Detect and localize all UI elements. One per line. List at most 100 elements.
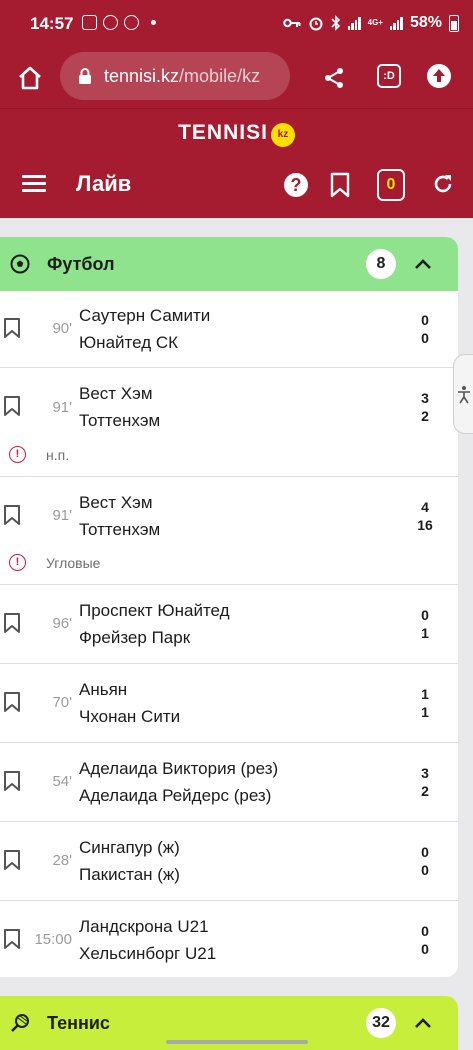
match-row[interactable]: 96' Проспект Юнайтед Фрейзер Парк 0 1 [0, 585, 458, 664]
team-away: Чхонан Сити [79, 707, 181, 726]
share-icon[interactable] [322, 66, 346, 90]
tabs-button[interactable]: :D [377, 64, 401, 88]
team-away: Аделаида Рейдерс (рез) [79, 786, 272, 805]
browser-toolbar: tennisi.kz/mobile/kz :D [0, 48, 473, 108]
system-status: 4G+ 58% [282, 14, 459, 32]
score-home: 0 [421, 312, 429, 328]
gesture-nav-bar[interactable] [166, 1040, 308, 1044]
battery-icon [449, 14, 459, 32]
football-section: Футбол 8 90' Саутерн Самити Юнайтед СК 0… [0, 237, 458, 977]
coupon-button[interactable]: 0 [377, 169, 405, 201]
match-row[interactable]: 90' Саутерн Самити Юнайтед СК 0 0 [0, 291, 458, 368]
alert-icon: ! [9, 446, 26, 463]
score-away: 16 [417, 517, 433, 533]
team-home: Вест Хэм [79, 384, 153, 403]
score-away: 2 [421, 783, 429, 799]
tennis-icon [11, 1014, 29, 1032]
team-away: Хельсинборг U21 [79, 944, 217, 963]
football-icon [10, 254, 30, 274]
match-note: Угловые [46, 555, 101, 571]
match-time: 91' [52, 399, 72, 416]
team-home: Аньян [79, 680, 128, 699]
match-time: 70' [52, 694, 72, 711]
match-time: 28' [52, 852, 72, 869]
team-away: Тоттенхэм [79, 411, 161, 430]
team-home: Проспект Юнайтед [79, 601, 230, 620]
score-home: 3 [421, 390, 429, 406]
messenger-icon [103, 15, 118, 30]
score-away: 0 [421, 330, 429, 346]
wifi-signal-icon [347, 16, 361, 30]
url-host: tennisi.kz [104, 66, 180, 86]
tennis-title: Теннис [47, 1013, 110, 1033]
viber-icon [124, 15, 139, 30]
alert-icon: ! [9, 554, 26, 571]
score-away: 1 [421, 704, 429, 720]
team-away: Пакистан (ж) [79, 865, 180, 884]
team-home: Аделаида Виктория (рез) [79, 759, 279, 778]
more-notifications-icon [151, 20, 156, 25]
score-away: 2 [421, 408, 429, 424]
site-logo[interactable]: TENNISI kz [0, 121, 473, 147]
match-row[interactable]: 70' Аньян Чхонан Сити 1 1 [0, 664, 458, 743]
menu-icon[interactable] [22, 175, 46, 193]
team-away: Фрейзер Парк [79, 628, 191, 647]
refresh-icon[interactable] [431, 172, 455, 196]
team-home: Сингапур (ж) [79, 838, 180, 857]
page-title: Лайв [76, 171, 132, 196]
network-type: 4G+ [367, 18, 383, 27]
match-note: н.п. [46, 447, 70, 463]
score-away: 0 [421, 862, 429, 878]
match-time: 96' [52, 615, 72, 632]
chevron-up-icon[interactable] [413, 254, 433, 274]
score-away: 0 [421, 941, 429, 957]
score-home: 4 [421, 499, 429, 515]
score-away: 1 [421, 625, 429, 641]
bluetooth-icon [331, 15, 340, 31]
match-row[interactable]: 15:00 Ландскрона U21 Хельсинборг U21 0 0 [0, 901, 458, 977]
accessibility-tab[interactable] [453, 354, 473, 434]
url-path: /mobile/kz [179, 66, 261, 86]
key-icon [282, 18, 301, 28]
score-home: 3 [421, 765, 429, 781]
update-icon[interactable] [427, 64, 451, 88]
bookmark-icon[interactable] [330, 172, 350, 198]
match-time: 54' [52, 773, 72, 790]
logo-badge: kz [270, 123, 295, 147]
alarm-icon [309, 17, 323, 31]
score-home: 0 [421, 844, 429, 860]
team-home: Саутерн Самити [79, 306, 211, 325]
football-header[interactable]: Футбол 8 [0, 237, 458, 291]
cell-signal-icon [389, 16, 403, 30]
gallery-icon [82, 15, 97, 30]
address-bar[interactable]: tennisi.kz/mobile/kz [60, 52, 290, 100]
chevron-up-icon[interactable] [413, 1013, 433, 1033]
match-row[interactable]: 91' Вест Хэм Тоттенхэм 4 16 ! Угловые [0, 477, 458, 585]
team-away: Тоттенхэм [79, 520, 161, 539]
match-time: 15:00 [34, 931, 72, 948]
site-header: TENNISI kz Лайв ? 0 [0, 108, 473, 218]
score-home: 0 [421, 607, 429, 623]
team-home: Вест Хэм [79, 493, 153, 512]
score-home: 0 [421, 923, 429, 939]
match-time: 90' [52, 320, 72, 337]
team-away: Юнайтед СК [79, 333, 179, 352]
team-home: Ландскрона U21 [79, 917, 209, 936]
help-icon[interactable]: ? [284, 173, 308, 197]
football-title: Футбол [47, 254, 115, 274]
home-icon[interactable] [16, 64, 44, 92]
logo-text: TENNISI [178, 121, 268, 144]
status-bar: 14:57 4G+ 58% [0, 0, 473, 48]
accessibility-icon [458, 386, 470, 404]
tennis-count: 32 [366, 1008, 396, 1038]
football-count: 8 [366, 249, 396, 279]
match-time: 91' [52, 507, 72, 524]
status-time: 14:57 [30, 14, 74, 33]
lock-icon [79, 68, 91, 84]
score-home: 1 [421, 686, 429, 702]
match-row[interactable]: 91' Вест Хэм Тоттенхэм 3 2 ! н.п. [0, 368, 458, 477]
match-row[interactable]: 54' Аделаида Виктория (рез) Аделаида Рей… [0, 743, 458, 822]
battery-percent: 58% [409, 14, 442, 31]
notification-icons [82, 15, 156, 30]
match-row[interactable]: 28' Сингапур (ж) Пакистан (ж) 0 0 [0, 822, 458, 901]
